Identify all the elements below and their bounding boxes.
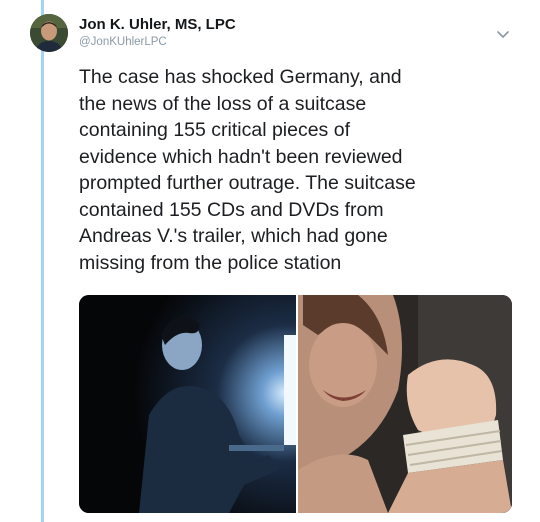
media-image-person-at-computer[interactable]: [79, 295, 296, 513]
media-image-bound-hands[interactable]: [298, 295, 512, 513]
chevron-down-icon[interactable]: [495, 28, 511, 40]
author-name[interactable]: Jon K. Uhler, MS, LPC: [79, 16, 236, 34]
tweet-text: The case has shocked Germany, and the ne…: [79, 66, 416, 274]
avatar[interactable]: [30, 14, 68, 52]
tweet-media[interactable]: [79, 295, 512, 513]
tweet-author: Jon K. Uhler, MS, LPC @JonKUhlerLPC: [79, 16, 236, 49]
thread-line: [41, 0, 44, 522]
author-handle[interactable]: @JonKUhlerLPC: [79, 35, 236, 49]
